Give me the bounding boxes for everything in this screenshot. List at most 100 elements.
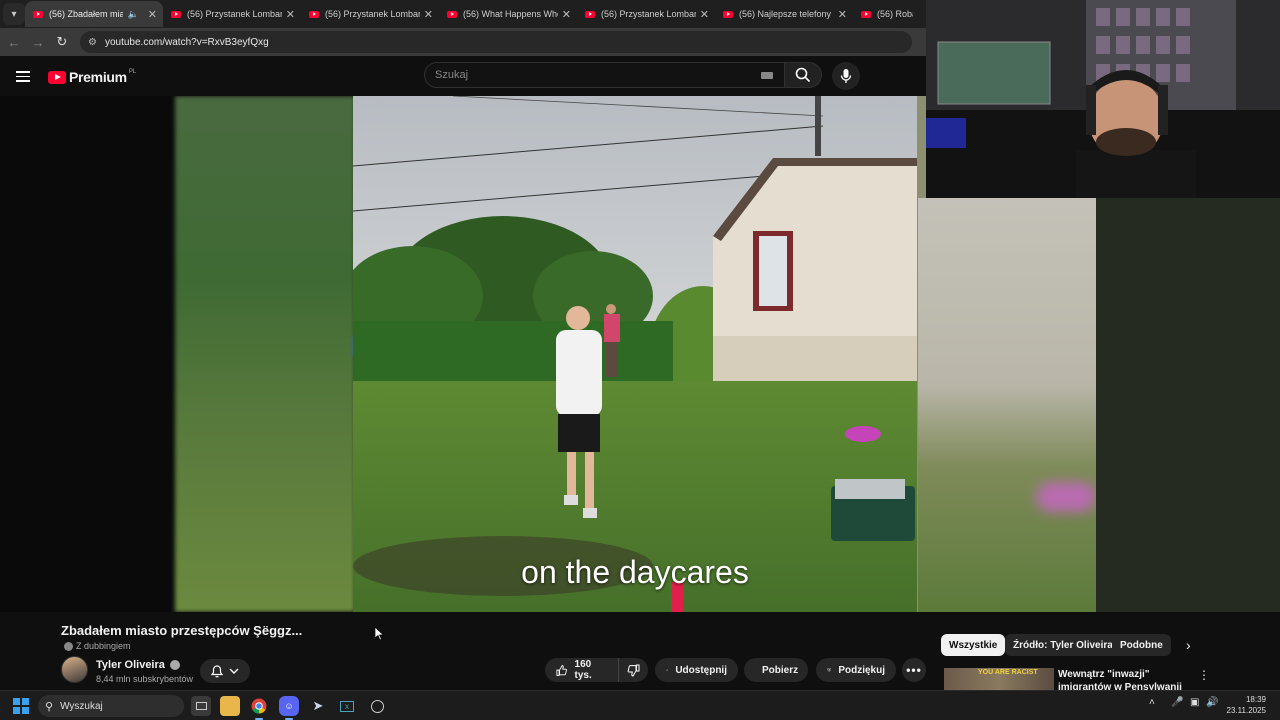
chip-source[interactable]: Źródło: Tyler Oliveira: [1005, 634, 1121, 656]
windows-start-icon[interactable]: [13, 698, 29, 714]
dubbing-badge: Z dubbingiem: [64, 641, 131, 651]
discord-icon[interactable]: ☺: [279, 696, 299, 720]
video-meta: Zbadałem miasto przestępców Şëggz... Z d…: [0, 612, 1280, 690]
notifications-button[interactable]: [200, 659, 250, 683]
more-horizontal-icon: •••: [906, 663, 922, 677]
webcam-scene: [926, 0, 1280, 198]
youtube-play-icon: [48, 70, 66, 84]
browser-tab[interactable]: (56) Najlepsze telefony na ✕: [715, 1, 853, 27]
chrome-logo: [251, 698, 267, 714]
tab-search-dropdown[interactable]: ▾: [3, 3, 25, 25]
back-icon[interactable]: ←: [2, 30, 26, 54]
dubbing-icon: [64, 641, 73, 651]
search-placeholder: Szukaj: [435, 69, 469, 81]
chip-all[interactable]: Wszystkie: [941, 634, 1006, 656]
video-blurred-edge-left: [175, 96, 361, 612]
tab-label: (56) Przystanek Lombard: [325, 9, 420, 19]
chevron-down-icon: [229, 668, 239, 674]
more-actions-button[interactable]: •••: [902, 658, 926, 682]
close-icon[interactable]: ✕: [838, 8, 847, 21]
search-button[interactable]: [784, 62, 822, 88]
url-field[interactable]: ⚙ youtube.com/watch?v=RxvB3eyfQxg: [80, 31, 912, 53]
keyboard-icon[interactable]: [761, 72, 773, 79]
search-icon: ⚲: [45, 700, 54, 713]
close-icon[interactable]: ✕: [700, 8, 709, 21]
thanks-button[interactable]: $ Podziękuj: [816, 658, 896, 682]
sidebar-background: [1096, 198, 1280, 612]
taskbar-search-input[interactable]: ⚲ Wyszukaj: [38, 695, 184, 717]
youtube-premium-logo[interactable]: Premium PL: [48, 69, 136, 85]
more-vertical-icon[interactable]: ⋮: [1198, 668, 1210, 682]
blurred-pink-object: [1036, 482, 1096, 512]
tab-label: (56) What Happens When: [463, 9, 558, 19]
search-icon: [795, 67, 811, 83]
logo-text: Premium: [69, 69, 127, 85]
thumbs-up-icon: [556, 664, 567, 676]
forward-icon[interactable]: →: [26, 30, 50, 54]
steam-icon[interactable]: ➤: [308, 696, 328, 716]
clock-date: 23.11.2025: [1226, 706, 1266, 715]
site-info-icon[interactable]: ⚙: [88, 37, 97, 48]
task-view-icon[interactable]: [191, 696, 211, 716]
channel-name[interactable]: Tyler Oliveira: [96, 659, 180, 671]
subscriber-count: 8,44 mln subskrybentów: [96, 674, 194, 684]
chip-similar[interactable]: Podobne: [1112, 634, 1171, 656]
voice-search-button[interactable]: [832, 62, 860, 90]
video-scene-illustration: [353, 96, 917, 612]
video-blur-background-right: [918, 198, 1096, 612]
browser-tab[interactable]: (56) Przystanek Lombard ✕: [301, 1, 439, 27]
speaker-icon[interactable]: 🔈: [128, 9, 139, 20]
url-text: youtube.com/watch?v=RxvB3eyfQxg: [104, 36, 269, 48]
tab-label: (56) Najlepsze telefony na: [739, 9, 834, 19]
browser-tab[interactable]: (56) Przystanek Lombard ✕: [163, 1, 301, 27]
menu-icon[interactable]: [16, 71, 30, 82]
thanks-label: Podziękuj: [838, 664, 885, 676]
channel-name-text: Tyler Oliveira: [96, 659, 165, 671]
close-icon[interactable]: ✕: [286, 8, 295, 21]
address-bar: ← → ↻ ⚙ youtube.com/watch?v=RxvB3eyfQxg: [0, 28, 926, 56]
chrome-icon[interactable]: [249, 696, 269, 720]
close-icon[interactable]: ✕: [424, 8, 433, 21]
microphone-icon[interactable]: 🎤: [1171, 697, 1183, 708]
heart-dollar-icon: $: [827, 668, 832, 672]
tab-label: (56) Przystanek Lombard: [187, 9, 282, 19]
windows-taskbar: ⚲ Wyszukaj ☺ ➤ x ˄ 🎤 ▣ 🔊 18:39 23.11.202…: [0, 690, 1280, 720]
like-count: 160 tys.: [574, 659, 592, 681]
share-icon: [666, 668, 669, 671]
network-icon[interactable]: ▣: [1190, 697, 1199, 708]
browser-tab-strip: ▾ (56) Zbadałem miasto 🔈 ✕ (56) Przystan…: [0, 0, 926, 28]
youtube-favicon-icon: [585, 10, 595, 18]
avatar[interactable]: [61, 656, 88, 683]
chevron-right-icon[interactable]: ›: [1186, 637, 1191, 653]
close-icon[interactable]: ✕: [562, 8, 571, 21]
youtube-favicon-icon: [33, 10, 43, 18]
streamer-webcam: [926, 0, 1280, 198]
browser-tab[interactable]: (56) Przystanek Lombard ✕: [577, 1, 715, 27]
browser-tab[interactable]: (56) What Happens When ✕: [439, 1, 577, 27]
share-button[interactable]: Udostępnij: [655, 658, 738, 682]
dislike-button[interactable]: [618, 658, 648, 682]
system-clock[interactable]: 18:39 23.11.2025: [1226, 694, 1266, 716]
share-label: Udostępnij: [675, 664, 727, 676]
chevron-up-icon[interactable]: ˄: [1149, 697, 1155, 708]
recommendation-thumbnail[interactable]: YOU ARE RACIST: [944, 668, 1054, 690]
taskbar-search-placeholder: Wyszukaj: [60, 700, 103, 712]
youtube-favicon-icon: [309, 10, 319, 18]
app-icon[interactable]: [367, 696, 387, 716]
download-button[interactable]: Pobierz: [744, 658, 808, 682]
video-player[interactable]: on the daycares: [0, 96, 926, 612]
browser-tab[interactable]: (56) Robalini: [853, 1, 919, 27]
youtube-favicon-icon: [447, 10, 457, 18]
dubbing-label: Z dubbingiem: [76, 641, 131, 651]
like-button[interactable]: 160 tys.: [545, 658, 618, 682]
browser-tab[interactable]: (56) Zbadałem miasto 🔈 ✕: [25, 1, 163, 27]
excel-icon[interactable]: x: [337, 696, 357, 716]
file-explorer-icon[interactable]: [220, 696, 240, 716]
search-input[interactable]: Szukaj: [424, 62, 786, 88]
youtube-masthead: Premium PL Szukaj: [0, 58, 926, 96]
reload-icon[interactable]: ↻: [50, 30, 74, 54]
close-icon[interactable]: ✕: [148, 8, 157, 21]
thumbs-down-icon: [627, 664, 640, 677]
volume-icon[interactable]: 🔊: [1206, 697, 1218, 708]
recommendation-title[interactable]: Wewnątrz "inwazji" imigrantów w Pensylwa…: [1058, 668, 1188, 690]
